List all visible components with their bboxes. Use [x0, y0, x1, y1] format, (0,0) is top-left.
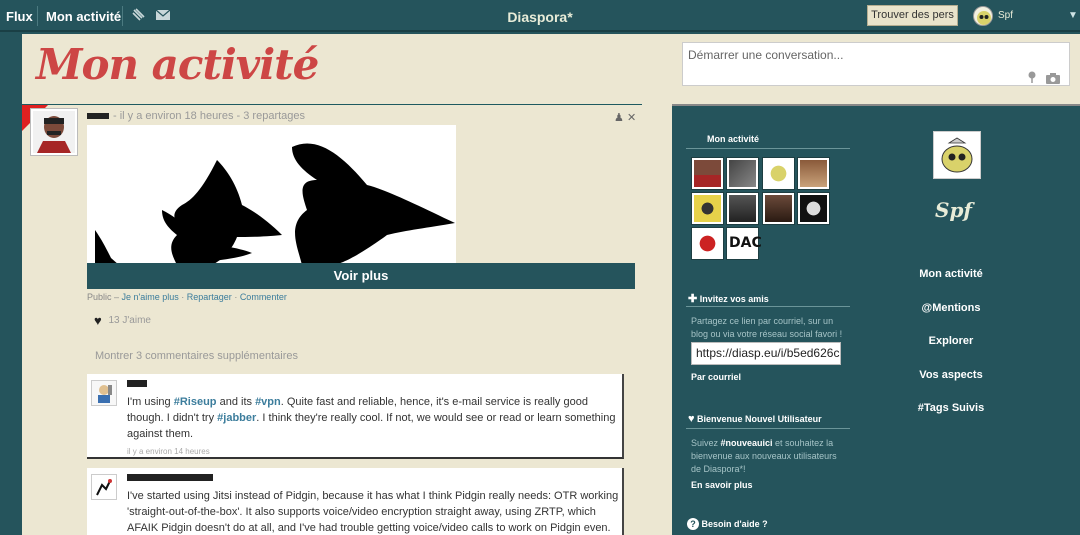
nav-explorer[interactable]: Explorer [871, 335, 1031, 347]
tag-link[interactable]: #vpn [255, 396, 281, 408]
profile-name[interactable]: Spf [935, 198, 972, 222]
post-footer: Public – Je n'aime plus · Repartager · C… [87, 292, 287, 302]
post-author-avatar[interactable] [30, 108, 78, 156]
comment-avatar[interactable] [91, 380, 117, 406]
tag-link[interactable]: #nouveauici [721, 438, 773, 448]
user-avatar[interactable] [973, 6, 993, 26]
show-more-comments[interactable]: Montrer 3 commentaires supplémentaires [95, 350, 298, 362]
contact-avatar[interactable] [691, 192, 724, 225]
publisher-placeholder: Démarrer une conversation... [688, 48, 844, 62]
chevron-down-icon[interactable]: ▼ [1068, 10, 1078, 21]
stream-column: Mon activité - il y a environ 18 heures … [22, 34, 672, 535]
nav-mentions[interactable]: @Mentions [871, 302, 1031, 314]
visibility-label: Public [87, 292, 112, 302]
likes-count[interactable]: 13 J'aime [109, 315, 152, 326]
page-title: Mon activité [36, 40, 319, 89]
section-divider [686, 306, 850, 307]
location-pin-icon[interactable] [1027, 71, 1037, 83]
help-icon: ? [687, 518, 699, 530]
welcome-heading: ♥ Bienvenue Nouvel Utilisateur [688, 413, 822, 425]
post-reshare-count[interactable]: 3 repartages [243, 110, 305, 122]
invite-by-email-link[interactable]: Par courriel [691, 372, 741, 382]
comment-card: I've started using Jitsi instead of Pidg… [87, 468, 624, 535]
contact-avatar[interactable] [762, 157, 795, 190]
section-divider [686, 428, 850, 429]
comment-link[interactable]: Commenter [240, 292, 287, 302]
top-navbar: Flux Mon activité Diaspora* Trouver des … [0, 0, 1080, 32]
help-heading[interactable]: ? Besoin d'aide ? [687, 518, 768, 530]
post-actions: ♟ ✕ [614, 111, 636, 124]
heart-icon[interactable]: ♥ [94, 313, 102, 328]
camera-icon[interactable] [1045, 72, 1061, 84]
redacted-author[interactable] [87, 113, 109, 120]
redacted-author[interactable] [127, 474, 213, 481]
profile-avatar[interactable] [933, 131, 981, 179]
learn-more-link[interactable]: En savoir plus [691, 480, 753, 490]
comment-card: I'm using #Riseup and its #vpn. Quite fa… [87, 374, 624, 459]
comment-avatar[interactable] [91, 474, 117, 500]
tag-link[interactable]: #Riseup [174, 396, 217, 408]
invite-url-field[interactable]: https://diasp.eu/i/b5ed626c [691, 342, 841, 365]
aspects-heading[interactable]: Mon activité [707, 134, 759, 144]
welcome-text: Suivez #nouveauici et souhaitez la bienv… [691, 438, 837, 474]
contact-avatar[interactable] [691, 227, 724, 260]
post-meta: - il y a environ 18 heures - 3 repartage… [87, 110, 305, 122]
heart-icon: ♥ [688, 413, 695, 425]
contact-avatar[interactable] [726, 157, 759, 190]
tag-link[interactable]: #jabber [217, 412, 256, 424]
nav-followed-tags[interactable]: #Tags Suivis [871, 402, 1031, 414]
contact-avatar[interactable] [726, 192, 759, 225]
plus-icon: ✚ [688, 293, 698, 305]
user-name[interactable]: Spf [998, 10, 1013, 21]
dislike-link[interactable]: Je n'aime plus [122, 292, 179, 302]
title-divider [22, 104, 642, 105]
comment-timestamp[interactable]: il y a environ 14 heures [127, 447, 210, 456]
comment-text: I've started using Jitsi instead of Pidg… [127, 490, 619, 534]
publisher-input[interactable]: Démarrer une conversation... [682, 42, 1070, 86]
close-icon[interactable]: ✕ [627, 112, 636, 124]
contact-avatar[interactable] [797, 192, 830, 225]
ignore-user-icon[interactable]: ♟ [614, 112, 624, 124]
contact-avatar[interactable] [762, 192, 795, 225]
comment-text: I'm using #Riseup and its #vpn. Quite fa… [127, 396, 616, 440]
invite-heading: ✚ Invitez vos amis [688, 293, 769, 305]
voir-plus-button[interactable]: Voir plus [87, 263, 635, 289]
section-divider [686, 148, 850, 149]
publisher-panel: Démarrer une conversation... [672, 34, 1080, 106]
post-image[interactable] [87, 125, 456, 265]
invite-text: Partagez ce lien par courriel, sur un bl… [691, 316, 843, 339]
redacted-author[interactable] [127, 380, 147, 387]
contact-avatar[interactable] [797, 157, 830, 190]
find-people-button[interactable]: Trouver des pers [867, 5, 958, 26]
nav-mon-activite-side[interactable]: Mon activité [871, 268, 1031, 280]
nav-vos-aspects[interactable]: Vos aspects [871, 369, 1031, 381]
contact-avatar[interactable] [691, 157, 724, 190]
left-gutter [0, 34, 22, 535]
reshare-link[interactable]: Repartager [187, 292, 232, 302]
likes-row: ♥ 13 J'aime [94, 313, 151, 328]
contact-avatar[interactable]: DAC [726, 227, 762, 260]
post-timestamp[interactable]: il y a environ 18 heures [120, 110, 234, 122]
